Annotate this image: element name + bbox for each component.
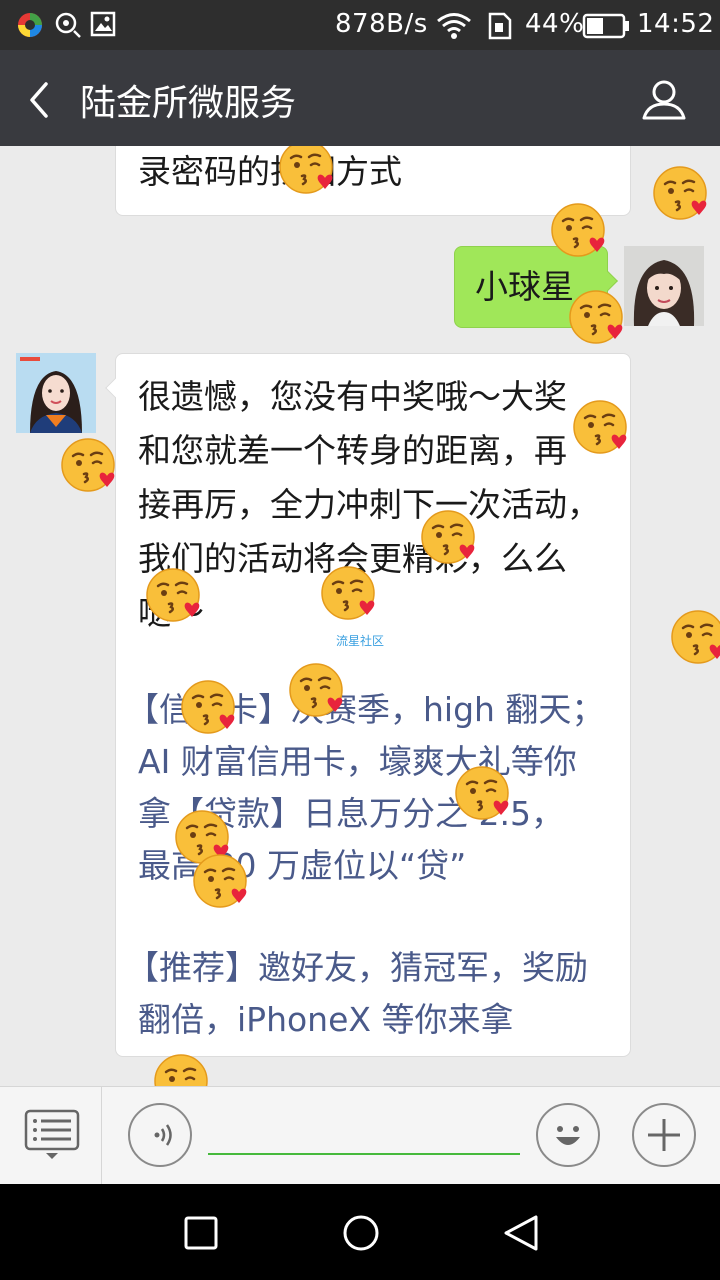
kissing-face-emoji-icon [61,438,115,492]
chat-area[interactable]: 录密码的找回方式 小球星 很遗憾，您没有中奖哦～大奖 和您就差一个转身的距离，再… [0,146,720,1086]
smiley-icon [556,1126,580,1145]
recommend-block: 【推荐】邀好友，猜冠军，奖励 翻倍，iPhoneX 等你来拿 [126,942,626,1046]
sim-icon [488,12,512,40]
kissing-face-emoji-icon [146,568,200,622]
kissing-face-emoji-icon [289,663,343,717]
app-logo-icon [18,13,42,37]
kissing-face-emoji-icon [653,166,707,220]
page-title: 陆金所微服务 [80,83,297,124]
message-text: 录密码的找回方式 [138,152,402,191]
kissing-face-emoji-icon [279,146,333,194]
avatar-photo [624,246,704,326]
location-icon [55,12,81,38]
status-bar: 878B/s 44% 14:52 [0,0,720,50]
message-body: 很遗憾，您没有中奖哦～大奖 和您就差一个转身的距离，再 接再厉，全力冲刺下一次活… [138,370,622,640]
kissing-face-emoji-icon [569,290,623,344]
home-icon[interactable] [342,1214,380,1252]
battery-percent: 44% [525,9,585,39]
service-avatar[interactable] [16,353,96,433]
input-bar [0,1086,720,1185]
kissing-face-emoji-icon [551,203,605,257]
clock: 14:52 [637,9,715,39]
message-line: 很遗憾，您没有中奖哦～大奖 [138,377,567,416]
emoji-button[interactable] [536,1103,600,1167]
avatar-photo [16,353,96,433]
voice-icon [154,1124,172,1146]
back-arrow-icon[interactable] [24,80,54,120]
message-text: 小球星 [475,267,574,306]
more-button[interactable] [632,1103,696,1167]
message-line: 我们的活动将会更精彩，么么 [138,539,567,578]
network-speed: 878B/s [335,9,428,39]
promo-link-recommend[interactable]: 【推荐】邀好友，猜冠军，奖励 [126,942,626,994]
system-nav-bar [0,1184,720,1280]
back-triangle-icon[interactable] [502,1214,540,1252]
promo-line[interactable]: AI 财富信用卡，壕爽大礼等你 [126,736,626,788]
image-icon [90,11,116,37]
kissing-face-emoji-icon [421,510,475,564]
kissing-face-emoji-icon [181,680,235,734]
person-icon[interactable] [640,76,688,124]
promo-line[interactable]: 翻倍，iPhoneX 等你来拿 [126,994,626,1046]
menu-list-icon [24,1109,80,1159]
kissing-face-emoji-icon [154,1054,208,1086]
wifi-icon [437,13,471,39]
plus-icon [648,1119,680,1151]
kissing-face-emoji-icon [671,610,720,664]
recent-apps-icon[interactable] [184,1216,218,1250]
battery-icon [582,13,629,39]
kissing-face-emoji-icon [573,400,627,454]
kissing-face-emoji-icon [321,566,375,620]
watermark-text: 流星社区 [336,634,385,648]
menu-toggle-button[interactable] [0,1087,102,1185]
message-line: 接再厉，全力冲刺下一次活动， [138,485,600,524]
my-avatar[interactable] [624,246,704,326]
nav-bar: 陆金所微服务 [0,50,720,146]
message-line: 和您就差一个转身的距离，再 [138,431,567,470]
voice-button[interactable] [128,1103,192,1167]
kissing-face-emoji-icon [455,766,509,820]
kissing-face-emoji-icon [193,854,247,908]
message-input[interactable] [208,1107,520,1155]
